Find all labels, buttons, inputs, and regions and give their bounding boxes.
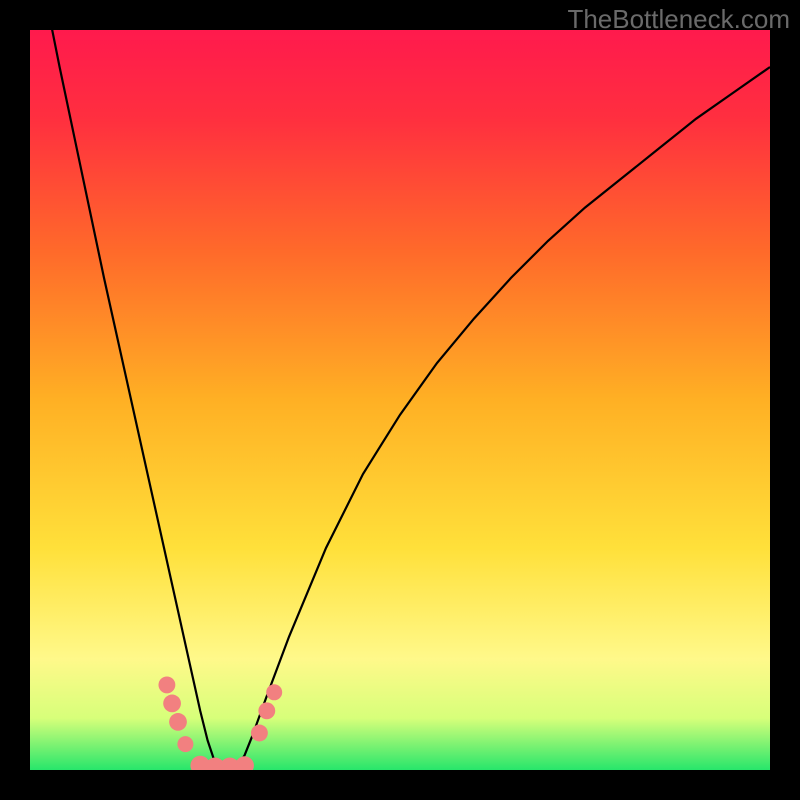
data-point	[251, 725, 268, 742]
gradient-background	[30, 30, 770, 770]
data-point	[266, 684, 282, 700]
bottleneck-chart	[30, 30, 770, 770]
data-point	[258, 702, 275, 719]
data-point	[158, 676, 175, 693]
watermark-text: TheBottleneck.com	[567, 4, 790, 35]
data-point	[163, 695, 181, 713]
data-point	[169, 713, 187, 731]
chart-frame: TheBottleneck.com	[0, 0, 800, 800]
data-point	[177, 736, 193, 752]
